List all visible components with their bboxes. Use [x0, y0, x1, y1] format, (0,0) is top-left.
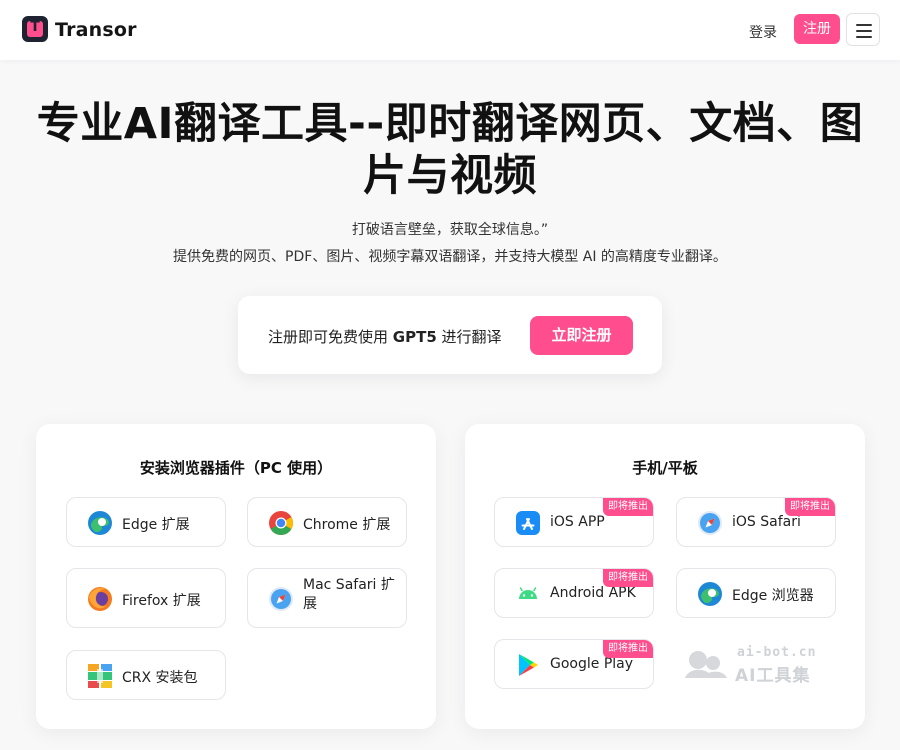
edge-extension-button[interactable]: Edge 扩展 — [66, 497, 226, 547]
mac-safari-extension-button[interactable]: Mac Safari 扩展 — [247, 568, 407, 628]
edge-icon — [698, 582, 722, 606]
android-icon — [519, 587, 537, 599]
login-link[interactable]: 登录 — [749, 22, 777, 42]
top-navbar: T Transor 登录 注册 — [0, 0, 900, 60]
hamburger-menu-icon[interactable] — [846, 13, 880, 46]
subtitle-description: 提供免费的网页、PDF、图片、视频字幕双语翻译，并支持大模型 AI 的高精度专业… — [173, 249, 727, 265]
signup-cta-card: 注册即可免费使用 GPT5 进行翻译 立即注册 — [238, 296, 662, 374]
subtitle-tagline: 打破语言壁垒，获取全球信息。” — [351, 222, 549, 238]
app-store-icon — [516, 511, 540, 535]
watermark-name: AI工具集 — [735, 666, 811, 686]
title-line-2: 片与视频 — [363, 151, 537, 201]
ios-app-button[interactable]: iOS APP 即将推出 — [494, 497, 654, 547]
option-label: Chrome 扩展 — [303, 517, 391, 533]
option-label: Android APK — [550, 585, 636, 601]
option-label: Mac Safari 扩展 — [303, 577, 395, 612]
google-play-icon — [519, 654, 538, 676]
option-label: iOS APP — [550, 514, 605, 530]
transor-logo-icon[interactable]: T — [22, 16, 48, 42]
edge-icon — [88, 511, 112, 535]
coming-soon-badge: 即将推出 — [603, 640, 653, 658]
edge-browser-button[interactable]: Edge 浏览器 — [676, 568, 836, 618]
option-label: Google Play — [550, 656, 634, 672]
coming-soon-badge: 即将推出 — [603, 569, 653, 587]
ios-safari-button[interactable]: iOS Safari 即将推出 — [676, 497, 836, 547]
chrome-extension-button[interactable]: Chrome 扩展 — [247, 497, 407, 547]
title-line-1: 专业AI翻译工具--即时翻译网页、文档、图 — [36, 99, 864, 149]
pc-panel-title: 安装浏览器插件（PC 使用） — [139, 459, 333, 477]
crx-package-icon — [88, 664, 112, 688]
cta-model-name: GPT5 — [392, 328, 437, 346]
watermark-logo-icon — [685, 651, 727, 678]
coming-soon-badge: 即将推出 — [785, 498, 835, 516]
pc-extensions-panel: 安装浏览器插件（PC 使用） Edge 扩展 Chrome 扩展 Firefox… — [36, 424, 436, 729]
android-apk-button[interactable]: Android APK 即将推出 — [494, 568, 654, 618]
safari-icon — [269, 587, 293, 611]
option-label: Edge 浏览器 — [732, 588, 814, 604]
signup-button[interactable]: 注册 — [794, 14, 840, 44]
mobile-panel-title: 手机/平板 — [632, 459, 698, 477]
firefox-extension-button[interactable]: Firefox 扩展 — [66, 568, 226, 628]
option-label: Edge 扩展 — [122, 517, 190, 533]
chrome-icon — [269, 511, 294, 535]
watermark: ai-bot.cn AI工具集 — [683, 643, 843, 686]
coming-soon-badge: 即将推出 — [603, 498, 653, 516]
crx-package-button[interactable]: CRX 安装包 — [66, 650, 226, 700]
option-label: Firefox 扩展 — [122, 593, 201, 609]
watermark-domain: ai-bot.cn — [737, 645, 817, 660]
firefox-icon — [88, 587, 112, 611]
register-now-button[interactable]: 立即注册 — [530, 316, 633, 355]
option-label: iOS Safari — [732, 514, 801, 530]
google-play-button[interactable]: Google Play 即将推出 — [494, 639, 654, 689]
safari-icon — [698, 511, 722, 535]
option-label: CRX 安装包 — [122, 670, 198, 686]
cta-text: 注册即可免费使用 GPT5 进行翻译 — [268, 328, 502, 346]
page-title: 专业AI翻译工具--即时翻译网页、文档、图 片与视频 — [20, 98, 880, 202]
brand-name[interactable]: Transor — [55, 19, 137, 41]
